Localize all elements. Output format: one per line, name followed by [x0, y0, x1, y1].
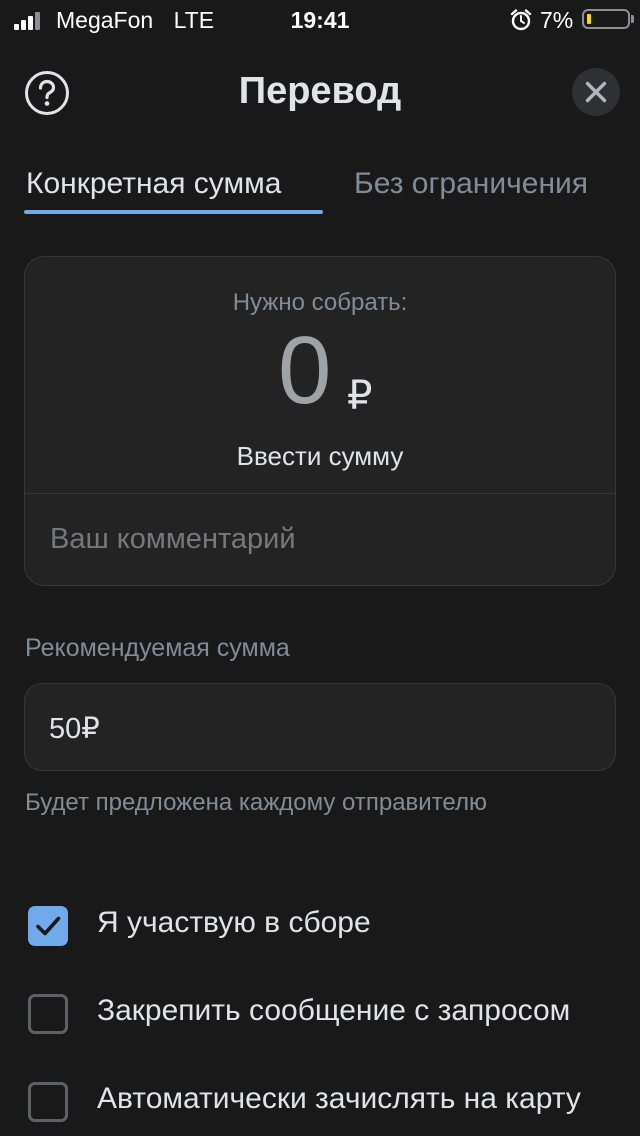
comment-input[interactable]: Ваш комментарий [50, 523, 296, 556]
tab-no-limit[interactable]: Без ограничения [354, 167, 588, 201]
pin-message-label: Закрепить сообщение с запросом [97, 994, 571, 1027]
auto-transfer-checkbox[interactable] [28, 1082, 68, 1122]
card-divider [25, 493, 615, 494]
option-participate[interactable]: Я участвую в сборе [28, 906, 628, 950]
amount-value[interactable]: 0 [278, 323, 331, 419]
option-pin-message[interactable]: Закрепить сообщение с запросом [28, 994, 628, 1038]
recommended-amount-input[interactable]: 50₽ [24, 683, 616, 771]
participate-checkbox[interactable] [28, 906, 68, 946]
recommended-amount-label: Рекомендуемая сумма [25, 634, 290, 662]
option-auto-transfer[interactable]: Автоматически зачислять на карту [28, 1082, 628, 1126]
battery-percentage: 7% [540, 7, 574, 33]
currency-symbol: ₽ [347, 374, 373, 418]
collect-label: Нужно собрать: [232, 289, 408, 316]
auto-transfer-label: Автоматически зачислять на карту [97, 1082, 581, 1115]
close-icon [585, 81, 607, 103]
pin-message-checkbox[interactable] [28, 994, 68, 1034]
recommended-amount-hint: Будет предложена каждому отправителю [25, 789, 487, 816]
recommended-amount-value: 50₽ [49, 713, 100, 745]
amount-card: Нужно собрать: 0 ₽ Ввести сумму Ваш комм… [24, 256, 616, 586]
status-bar: MegaFon LTE 19:41 7% [0, 0, 640, 40]
battery-icon [582, 9, 630, 29]
alarm-icon [510, 9, 532, 31]
enter-sum-button[interactable]: Ввести сумму [25, 441, 615, 472]
tab-specific-amount[interactable]: Конкретная сумма [26, 167, 281, 201]
page-title: Перевод [238, 70, 402, 112]
close-button[interactable] [572, 68, 620, 116]
battery-level [587, 14, 591, 24]
active-tab-indicator [24, 210, 323, 214]
checkmark-icon [36, 916, 61, 936]
battery-tip [631, 15, 634, 23]
participate-label: Я участвую в сборе [97, 906, 371, 939]
